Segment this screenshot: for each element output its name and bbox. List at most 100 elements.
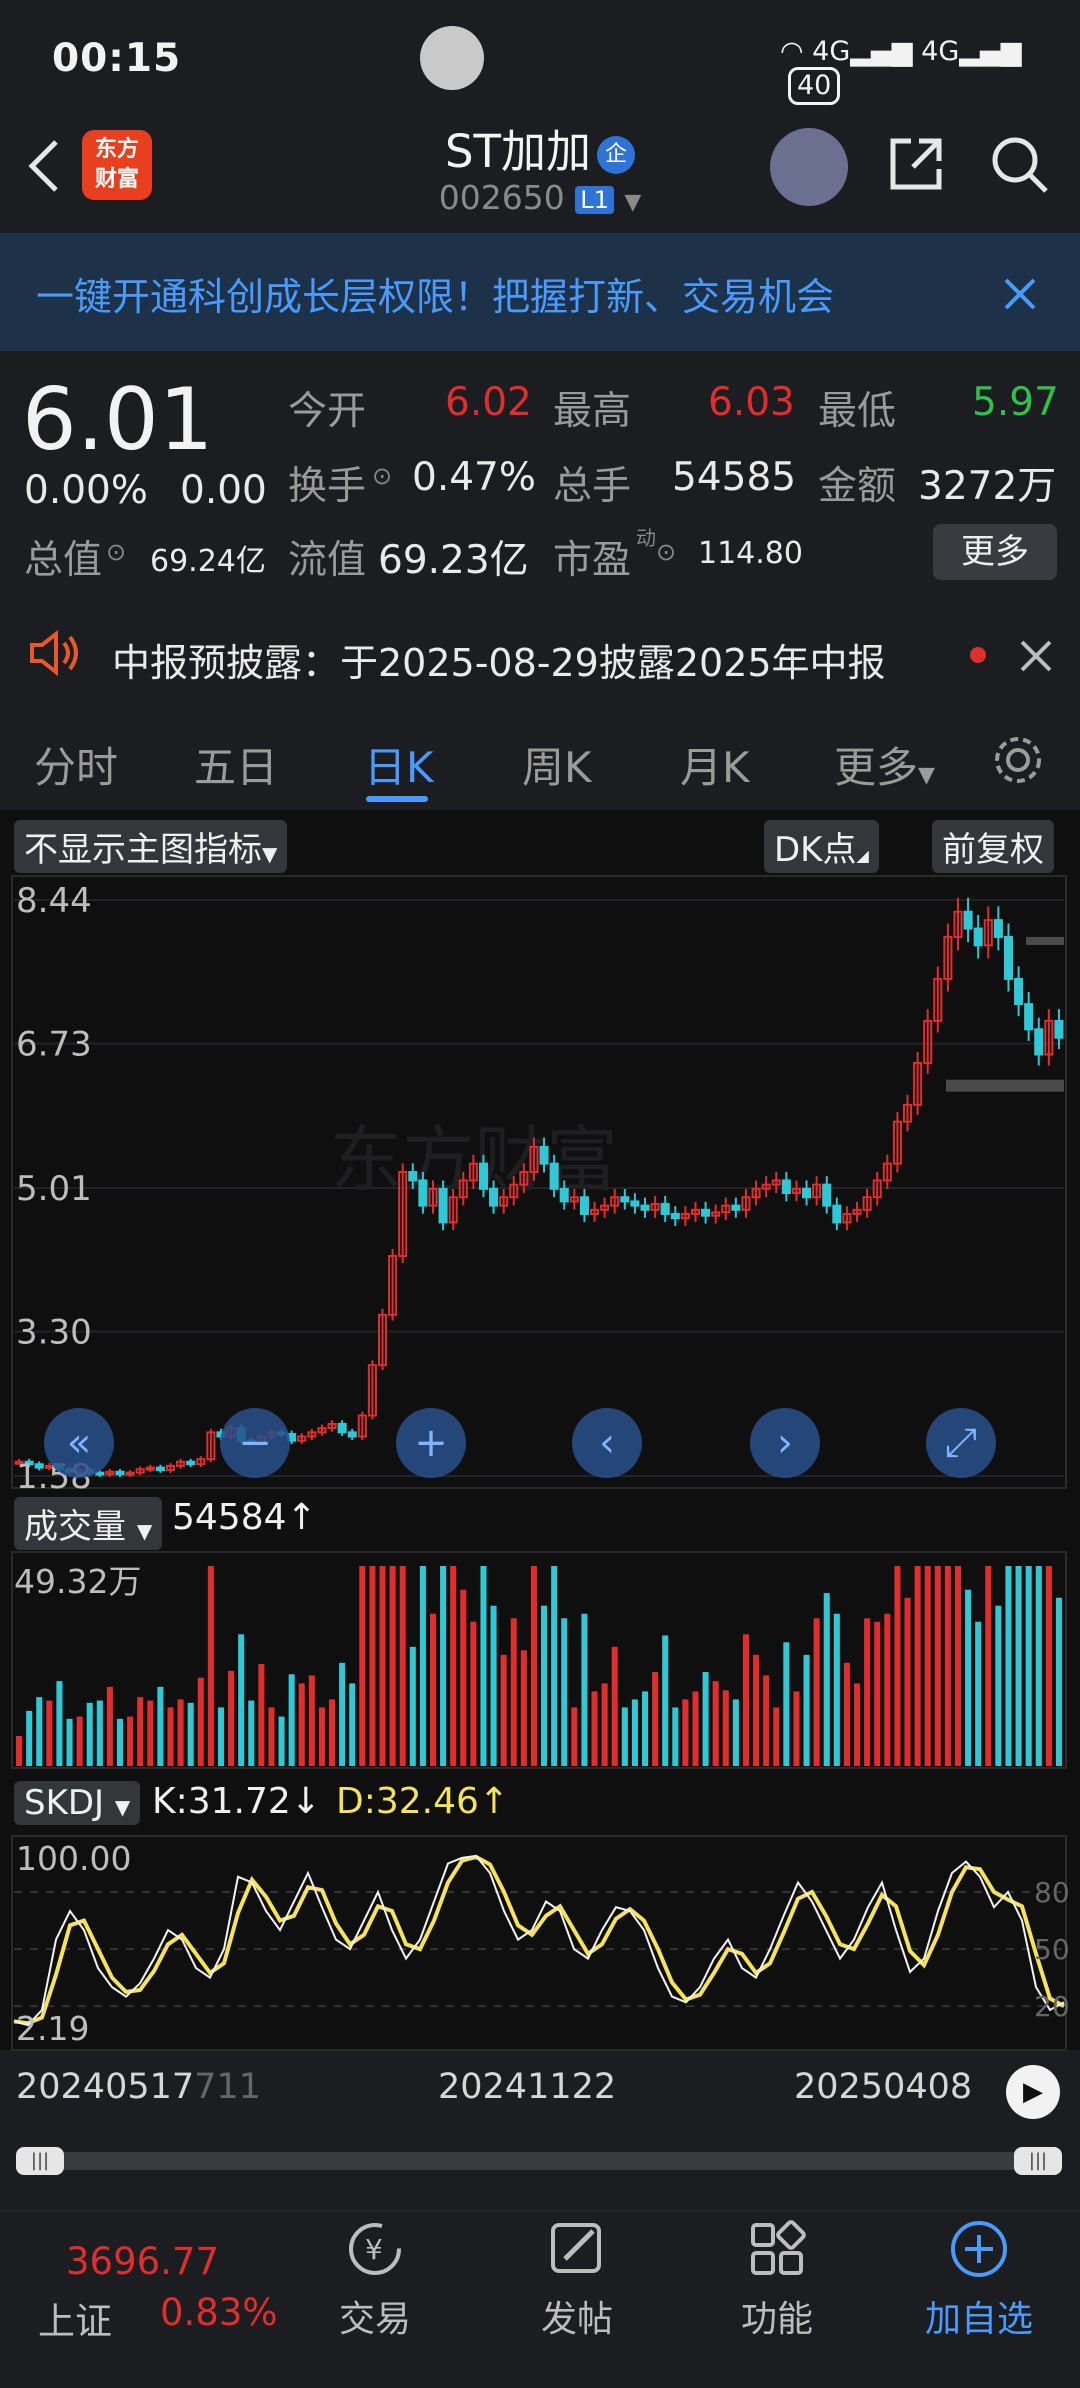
range-slider-right-handle[interactable]: ||| (1014, 2147, 1062, 2175)
stock-code[interactable]: 002650 L1 ▼ (300, 178, 780, 217)
back-arrow-icon[interactable] (22, 136, 66, 196)
prev-button[interactable]: ‹ (572, 1408, 642, 1478)
nav-function[interactable]: 功能 (702, 2205, 852, 2342)
stock-name: ST加加企 (300, 115, 780, 180)
level-badge: L1 (575, 185, 614, 214)
skdj-k-value: K:31.72↓ (152, 1781, 321, 1822)
tab-monthly-k[interactable]: 月K (680, 734, 750, 795)
change-percent: 0.00% (24, 468, 148, 513)
svg-text:¥: ¥ (365, 2233, 383, 2266)
dropdown-icon: ▼ (114, 1795, 131, 1819)
dropdown-icon: ▼ (136, 1519, 153, 1543)
high-label: 最高 (553, 389, 632, 434)
amount-value: 3272万 (918, 464, 1057, 509)
rewind-button[interactable]: « (44, 1408, 114, 1478)
grid-icon (751, 2220, 806, 2275)
fullscreen-button[interactable]: ⤢ (926, 1408, 996, 1478)
skdj-d-value: D:32.46↑ (336, 1781, 509, 1822)
range-slider-left-handle[interactable]: ||| (16, 2147, 64, 2175)
dropdown-icon: ▼ (918, 763, 935, 788)
zoom-in-button[interactable]: + (396, 1408, 466, 1478)
high-value: 6.03 (708, 380, 795, 425)
volume-value: 54585 (672, 455, 797, 500)
skdj-label: SKDJ (24, 1783, 105, 1823)
profile-avatar-icon (420, 26, 484, 90)
pe-value: 114.80 (698, 536, 803, 571)
volume-dropdown[interactable]: 成交量 ▼ (14, 1497, 163, 1550)
down-arrow-icon: ↓ (290, 1781, 321, 1822)
range-slider-track[interactable] (20, 2152, 1060, 2170)
search-icon[interactable] (988, 133, 1052, 197)
volume-current: 54584↑ (172, 1497, 317, 1538)
promo-text[interactable]: 一键开通科创成长层权限！把握打新、交易机会 (36, 266, 834, 321)
chart-area[interactable] (0, 810, 1080, 2050)
date-tick-1-text: 20240517 (16, 2067, 195, 2107)
logo-text-1: 东方 (94, 137, 139, 162)
index-change[interactable]: 0.83% (160, 2291, 278, 2334)
skdj-dropdown[interactable]: SKDJ ▼ (14, 1781, 141, 1825)
nav-function-label: 功能 (740, 2299, 813, 2340)
tab-daily-k[interactable]: 日K (364, 734, 434, 795)
date-tick-2: 20241122 (438, 2067, 617, 2107)
nav-trade-label: 交易 (338, 2299, 411, 2340)
dropdown-icon: ▼ (262, 842, 278, 866)
float-label: 流值 (288, 538, 367, 583)
pe-label: 市盈 (553, 538, 632, 583)
share-icon[interactable] (885, 133, 947, 195)
index-name[interactable]: 上证 (38, 2291, 112, 2345)
close-notice-icon[interactable] (1018, 638, 1054, 674)
edit-icon (551, 2223, 601, 2273)
more-button[interactable]: 更多 (933, 524, 1057, 580)
turnover-value: 0.47% (412, 455, 536, 500)
battery-icon: 40 (788, 67, 841, 105)
date-tick-1: 20240517711 (16, 2067, 261, 2107)
volume-current-value: 54584 (172, 1497, 287, 1538)
nav-add-watchlist[interactable]: 加自选 (904, 2205, 1054, 2342)
settings-gear-icon[interactable] (990, 732, 1046, 788)
nav-add-watchlist-label: 加自选 (924, 2299, 1033, 2340)
tab-five-day[interactable]: 五日 (194, 734, 278, 795)
notice-text[interactable]: 中报预披露：于2025-08-29披露2025年中报 (112, 632, 886, 687)
signal-icon: ▂▄▆ (850, 36, 913, 67)
up-arrow-icon: ↑ (286, 1497, 317, 1538)
zoom-out-button[interactable]: − (220, 1408, 290, 1478)
open-value: 6.02 (445, 380, 532, 425)
next-button[interactable]: › (750, 1408, 820, 1478)
adjust-button[interactable]: 前复权 (932, 820, 1054, 873)
corner-icon: ◢ (856, 846, 869, 865)
active-tab-indicator (366, 796, 428, 802)
network-label-1: 4G (812, 36, 851, 67)
assistant-robot-icon[interactable] (770, 128, 848, 206)
info-icon[interactable]: ⊙ (106, 538, 126, 566)
indicator-dropdown[interactable]: 不显示主图指标▼ (14, 820, 288, 873)
volume-label: 总手 (553, 464, 632, 509)
date-tick-3: 20250408 (794, 2067, 973, 2107)
enterprise-badge: 企 (597, 136, 636, 174)
d-value-text: D:32.46 (336, 1781, 479, 1822)
wifi-icon: ◠ (780, 36, 804, 67)
yen-refresh-icon: ¥ (349, 2223, 401, 2275)
open-label: 今开 (288, 389, 367, 434)
mktcap-label: 总值 (24, 538, 103, 583)
pe-info-icon[interactable]: ⊙ (656, 538, 676, 566)
play-button[interactable]: ▶ (1006, 2065, 1060, 2119)
tab-weekly-k[interactable]: 周K (522, 734, 592, 795)
close-promo-icon[interactable] (1000, 274, 1040, 314)
stock-name-text: ST加加 (444, 125, 592, 178)
tab-more[interactable]: 更多▼ (834, 734, 935, 795)
turnover-info-icon[interactable]: ⊙ (372, 462, 392, 490)
low-label: 最低 (818, 389, 897, 434)
low-value: 5.97 (972, 380, 1059, 425)
nav-post[interactable]: 发帖 (502, 2205, 652, 2342)
unread-dot (970, 647, 986, 663)
nav-trade[interactable]: ¥ 交易 (300, 2205, 450, 2342)
float-value: 69.23亿 (378, 538, 529, 583)
dk-point-button[interactable]: DK点◢ (764, 820, 879, 873)
index-value[interactable]: 3696.77 (66, 2240, 219, 2283)
pe-superscript: 动 (636, 526, 656, 550)
tab-intraday[interactable]: 分时 (34, 734, 118, 795)
add-circle-icon (951, 2221, 1007, 2277)
up-arrow-icon-2: ↑ (478, 1781, 510, 1822)
mktcap-value: 69.24亿 (150, 544, 266, 579)
signal-icon-2: ▂▄▆ (959, 36, 1022, 67)
